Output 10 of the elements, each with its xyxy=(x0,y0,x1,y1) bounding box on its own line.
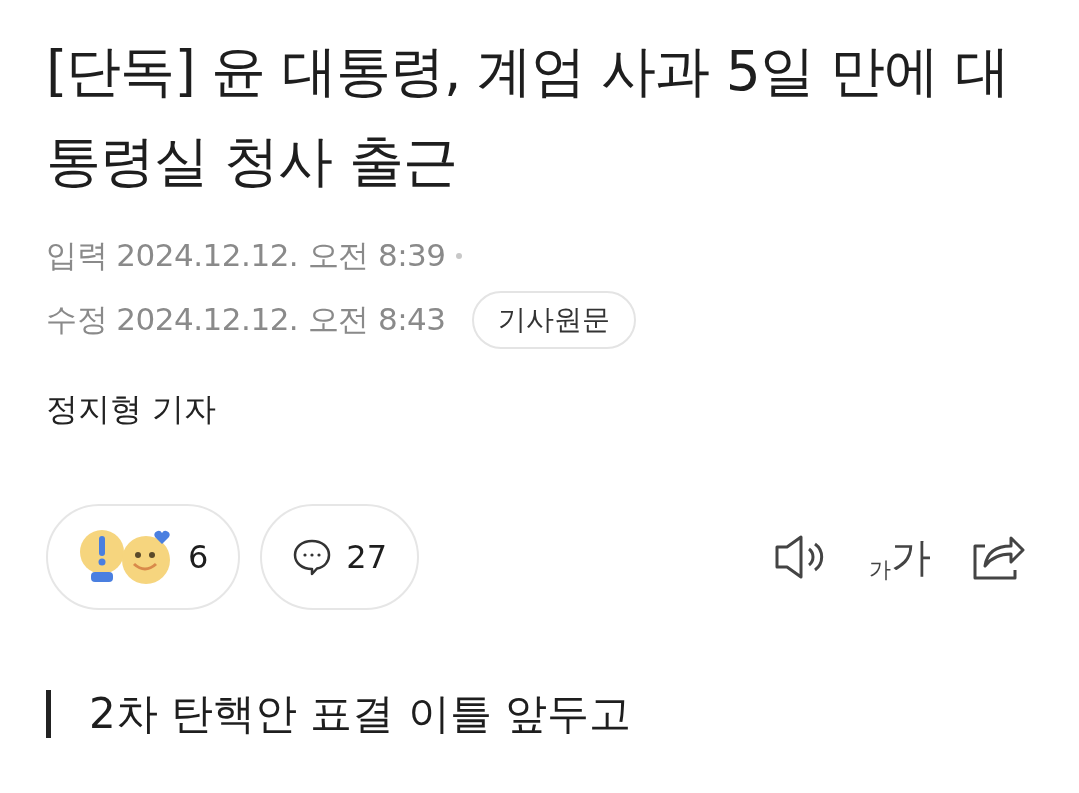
date-text: 수정 2024.12.12. 오전 8:43 xyxy=(46,300,446,339)
subheading: 2차 탄핵안 표결 이틀 앞두고 xyxy=(46,690,1033,738)
headline: [단독] 윤 대통령, 계엄 사과 5일 만에 대통령실 청사 출근 xyxy=(46,38,1010,195)
reporter-name: 정지형 기자 xyxy=(46,389,218,430)
original-article-link[interactable]: 기사원문 xyxy=(471,291,636,349)
comment-button[interactable]: 27 xyxy=(260,504,420,610)
separator-dot xyxy=(455,253,462,259)
date-text: 입력 2024.12.12. 오전 8:39 xyxy=(46,236,446,275)
speech-bubble-icon xyxy=(292,537,333,577)
reaction-button[interactable]: 6 xyxy=(46,504,241,610)
